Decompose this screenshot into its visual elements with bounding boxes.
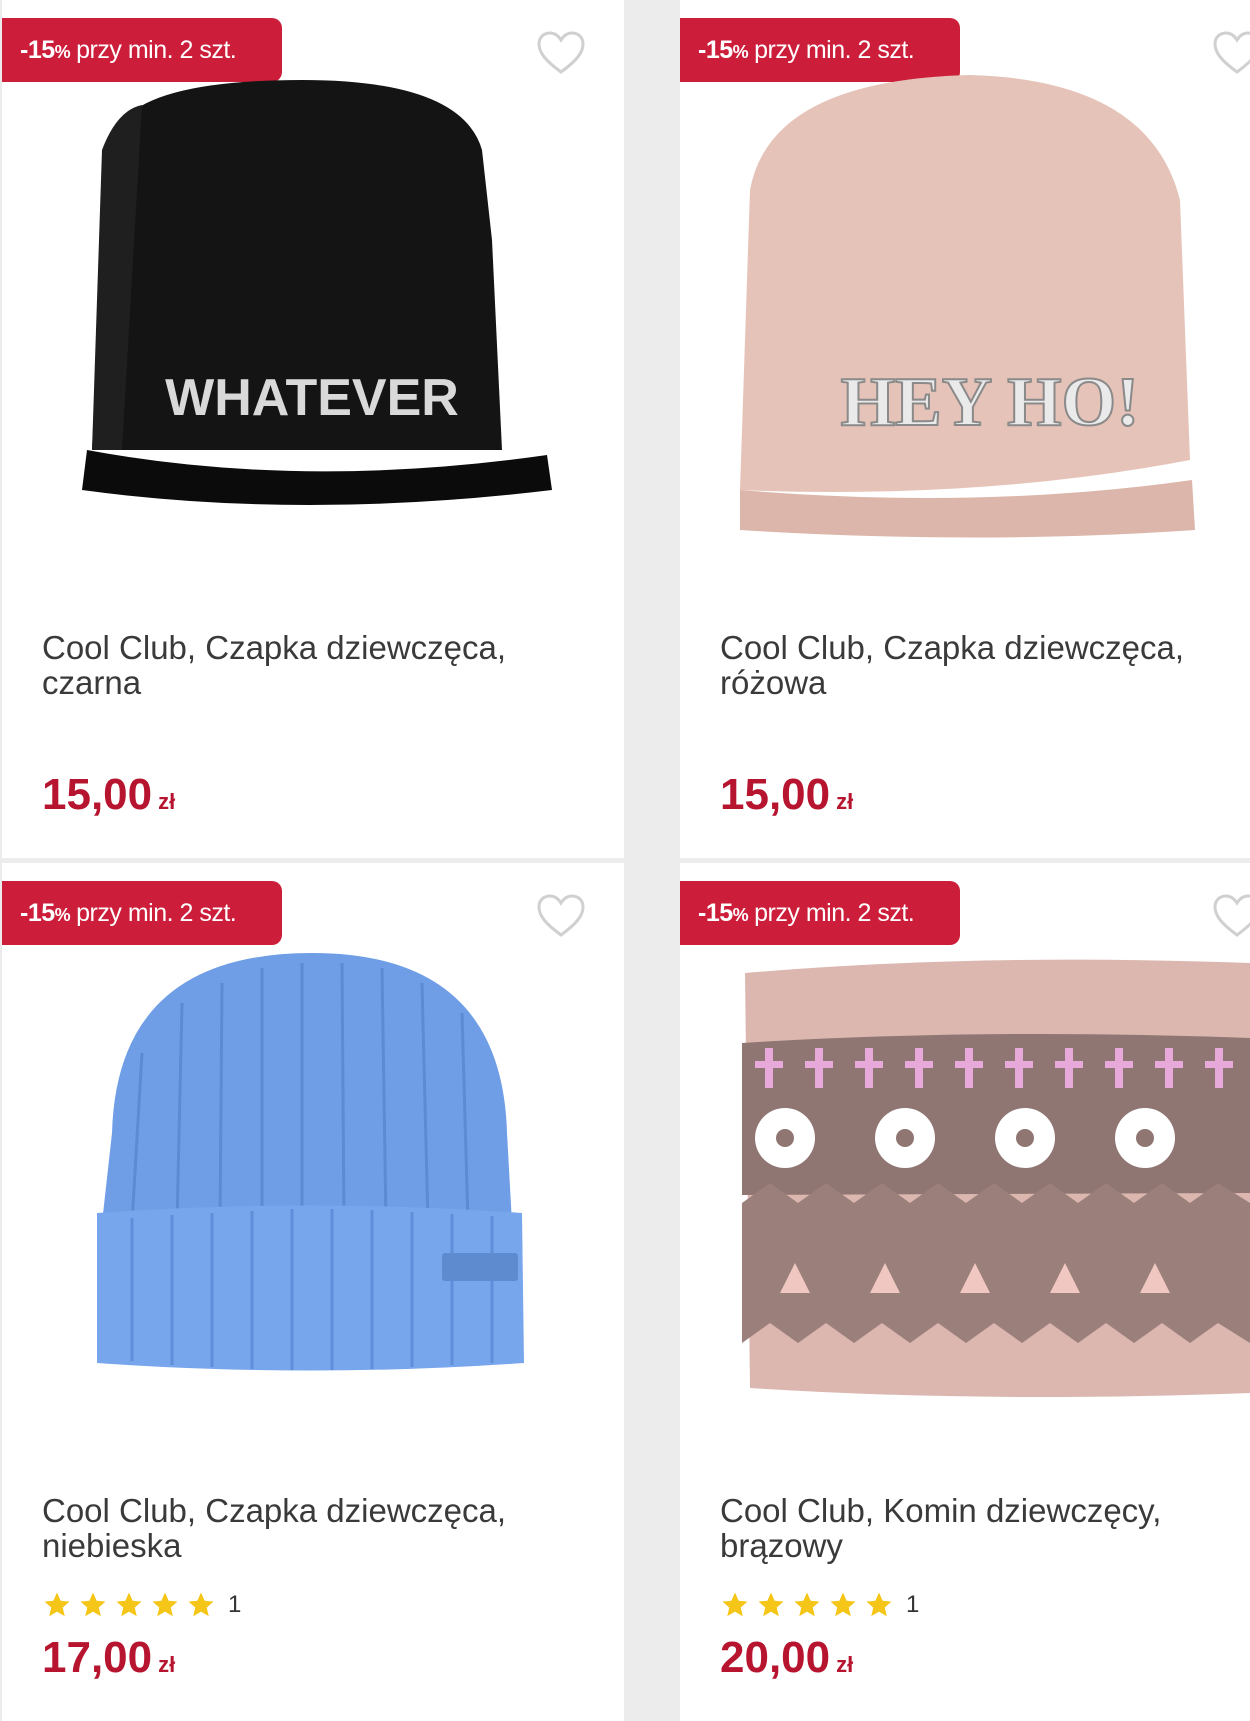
product-price: 17,00 zł [42,1633,176,1682]
review-count: 1 [228,1591,242,1618]
star-icon [152,1592,178,1617]
product-price: 15,00 zł [720,770,854,819]
review-count: 1 [906,1591,920,1618]
product-title[interactable]: Cool Club, Czapka dziewczęca, różowa [720,630,1250,700]
rating-stars[interactable]: 1 [720,1590,919,1620]
discount-condition: przy min. 2 szt. [754,35,915,64]
discount-percent: -15% [20,35,71,64]
star-icon [722,1592,748,1617]
star-icon [758,1592,784,1617]
product-price: 20,00 zł [720,1633,854,1682]
star-icon [188,1592,214,1617]
discount-percent: -15% [20,898,71,927]
star-icon [116,1592,142,1617]
discount-condition: przy min. 2 szt. [76,35,237,64]
product-grid: -15% przy min. 2 szt. WHATEVER Cool Club… [0,0,1250,1721]
product-image[interactable] [2,933,624,1433]
discount-condition: przy min. 2 szt. [754,898,915,927]
star-icon [44,1592,70,1617]
product-image[interactable] [680,933,1250,1433]
discount-percent: -15% [698,35,749,64]
product-title[interactable]: Cool Club, Komin dziewczęcy, brązowy [720,1493,1250,1563]
rating-stars[interactable]: 1 [42,1590,241,1620]
product-price: 15,00 zł [42,770,176,819]
product-card[interactable]: -15% przy min. 2 szt. WHATEVER Cool Club… [2,0,624,858]
print-text: WHATEVER [165,369,459,427]
star-icon [794,1592,820,1617]
star-icon [866,1592,892,1617]
product-card[interactable]: -15% przy min. 2 szt. HEY HO! Cool Club,… [680,0,1250,858]
label-patch [442,1253,518,1281]
print-text: HEY HO! [841,364,1140,441]
discount-condition: przy min. 2 szt. [76,898,237,927]
star-icon [830,1592,856,1617]
product-image[interactable]: WHATEVER [2,70,624,570]
product-card[interactable]: -15% przy min. 2 szt. [680,863,1250,1721]
discount-percent: -15% [698,898,749,927]
product-card[interactable]: -15% przy min. 2 szt. [2,863,624,1721]
product-title[interactable]: Cool Club, Czapka dziewczęca, niebieska [42,1493,582,1563]
product-title[interactable]: Cool Club, Czapka dziewczęca, czarna [42,630,582,700]
product-image[interactable]: HEY HO! [680,70,1250,570]
star-icon [80,1592,106,1617]
